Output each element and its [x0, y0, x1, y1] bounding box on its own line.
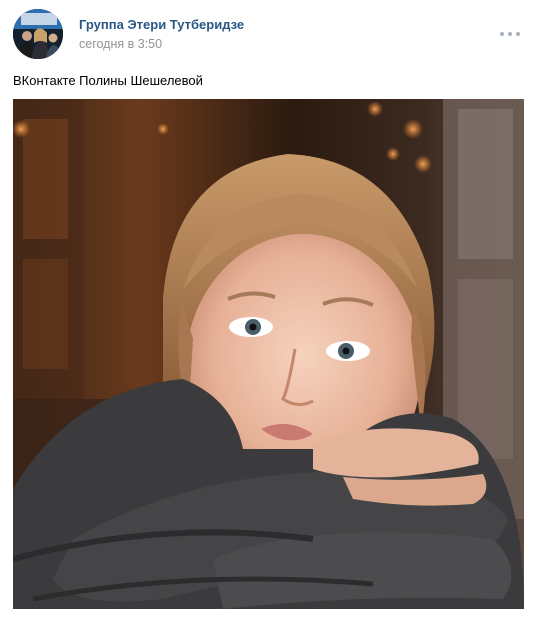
post-photo-image: [13, 99, 524, 609]
wall-post: Группа Этери Тутберидзе сегодня в 3:50 В…: [0, 0, 537, 618]
dot: [500, 32, 504, 36]
post-photo[interactable]: [13, 99, 524, 609]
post-header: Группа Этери Тутберидзе сегодня в 3:50: [13, 9, 524, 61]
dot: [516, 32, 520, 36]
dot: [508, 32, 512, 36]
group-avatar-image: [13, 9, 63, 59]
post-timestamp[interactable]: сегодня в 3:50: [79, 37, 162, 51]
group-name-link[interactable]: Группа Этери Тутберидзе: [79, 17, 244, 32]
more-dots-icon[interactable]: [500, 29, 520, 39]
post-text: ВКонтакте Полины Шешелевой: [13, 73, 203, 88]
group-avatar[interactable]: [13, 9, 63, 59]
